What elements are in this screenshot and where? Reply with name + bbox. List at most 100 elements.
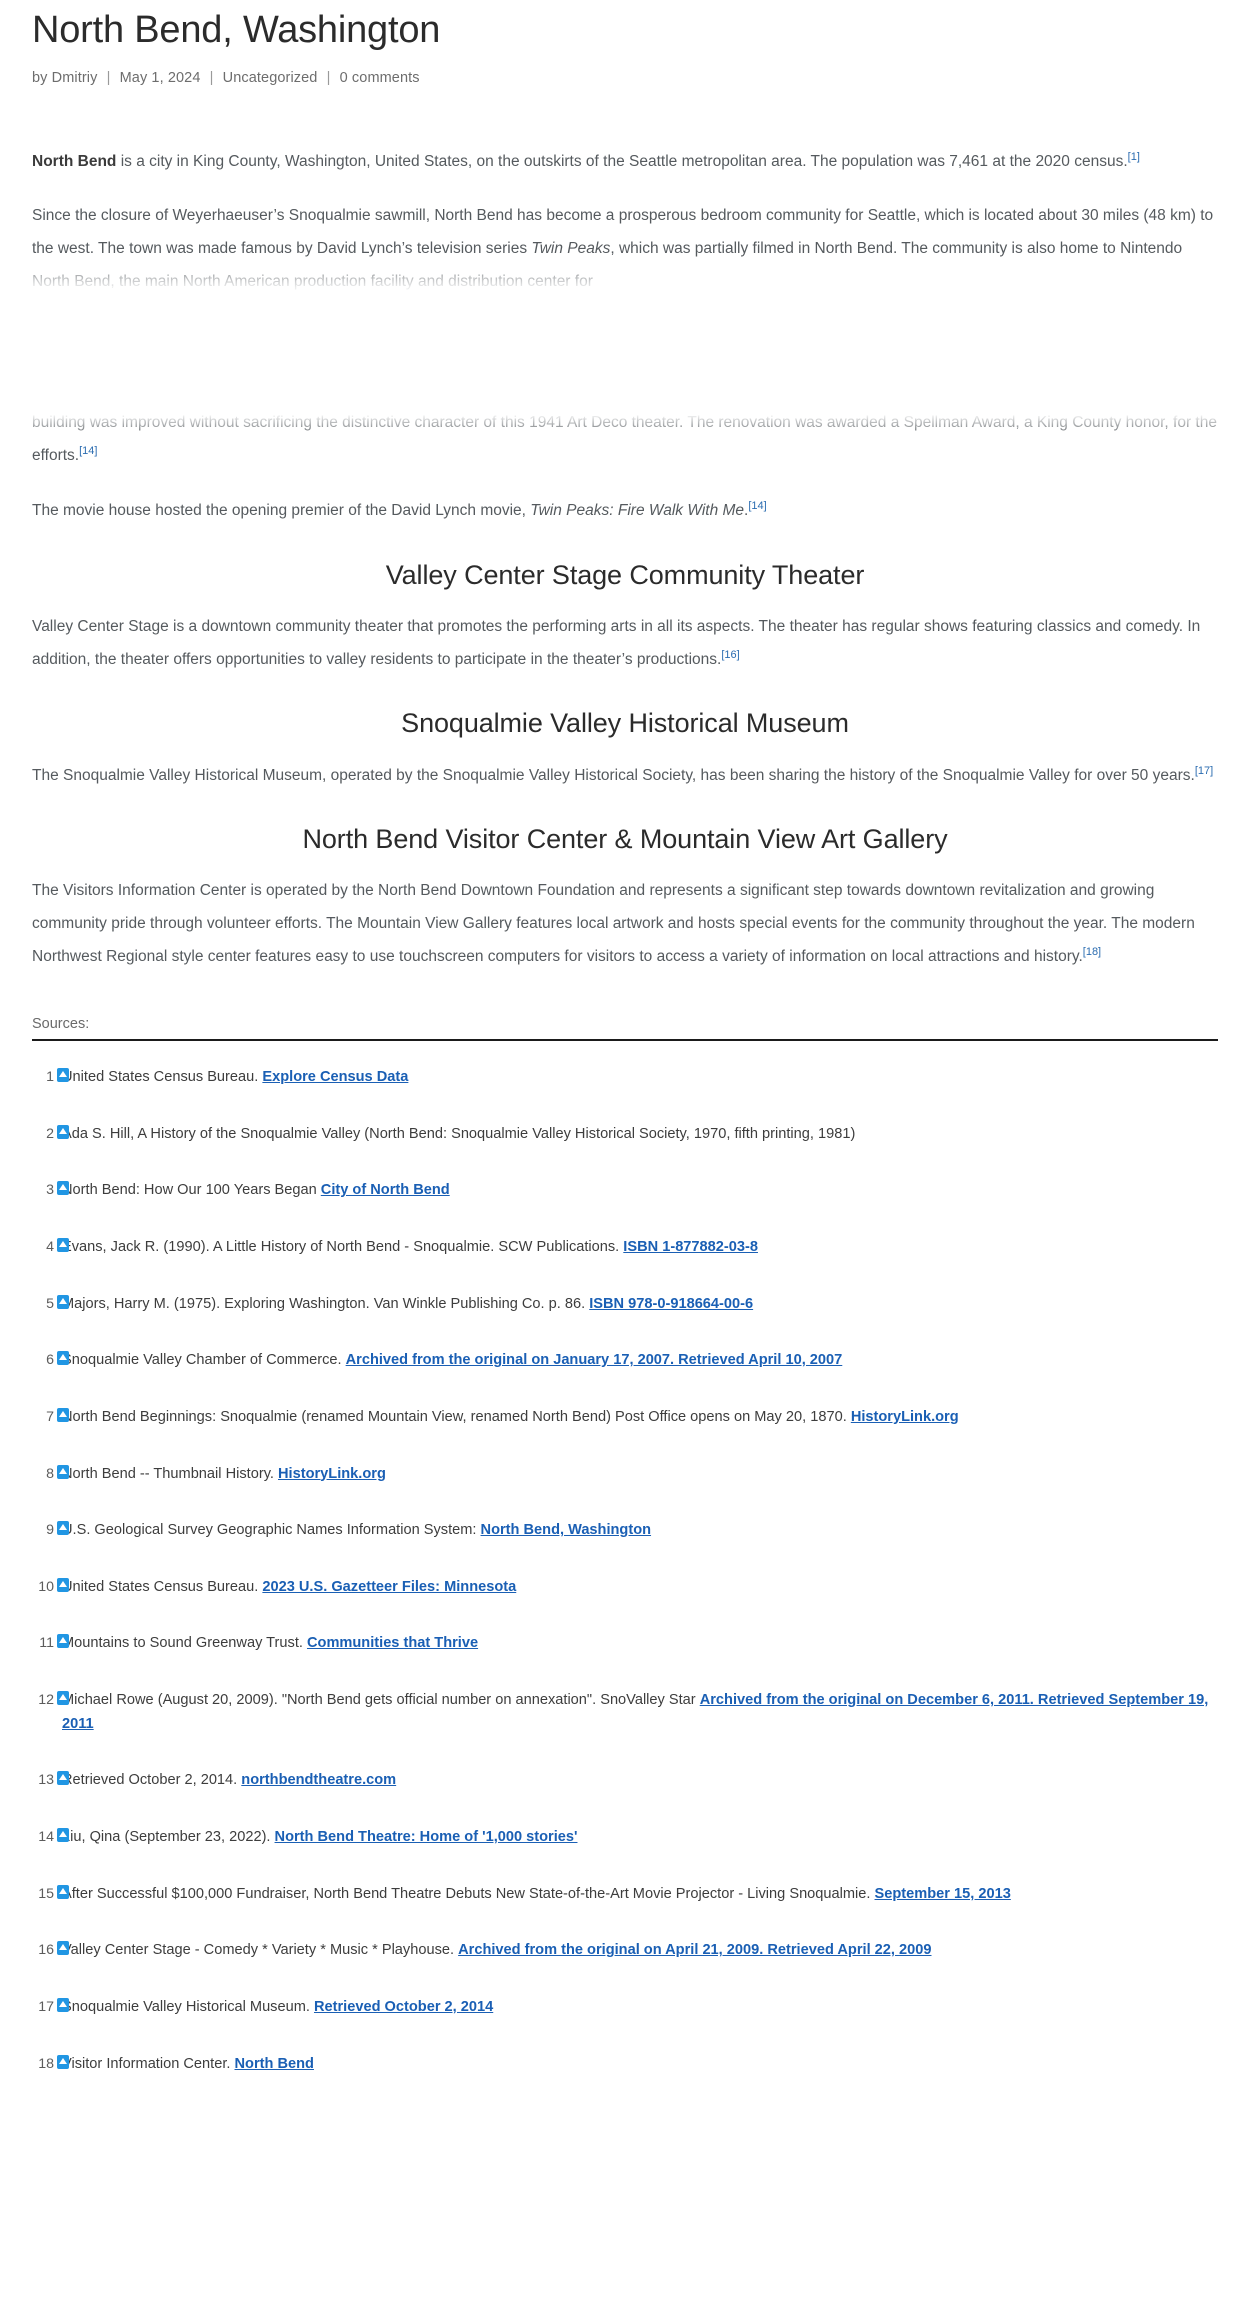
up-arrow-icon[interactable] [57,1691,69,1706]
source-text: Retrieved October 2, 2014. [62,1772,242,1789]
source-link[interactable]: ISBN 1-877882-03-8 [623,1239,758,1255]
up-arrow-icon[interactable] [57,1181,69,1196]
source-text: Snoqualmie Valley Chamber of Commerce. [62,1352,346,1369]
post-meta: by Dmitriy | May 1, 2024 | Uncategorized… [32,70,1218,86]
source-link[interactable]: City of North Bend [321,1182,450,1198]
article-page: North Bend, Washington by Dmitriy | May … [0,0,1250,2092]
source-item: 16 Valley Center Stage - Comedy * Variety… [32,1922,1218,1979]
citation-ref-18[interactable]: [18] [1083,946,1101,958]
paragraph-movie-premier-part-a: The movie house hosted the opening premi… [32,501,531,519]
post-date: May 1, 2024 [119,69,201,86]
source-link[interactable]: North Bend, Washington [481,1522,652,1538]
paragraph-history-truncated: Since the closure of Weyerhaeuser’s Snoq… [32,200,1218,299]
source-link[interactable]: Archived from the original on January 17… [346,1352,843,1368]
sources-label: Sources: [32,1016,90,1033]
source-item: 1 United States Census Bureau. Explore Ce… [32,1049,1218,1106]
article-content: North Bend is a city in King County, Was… [32,146,1218,974]
source-link[interactable]: ISBN 978-0-918664-00-6 [589,1296,753,1312]
source-text: United States Census Bureau. [62,1069,263,1086]
section-body-visitor-center-text: The Visitors Information Center is opera… [32,882,1195,966]
source-number: 15 [38,1885,54,1902]
source-number: 12 [38,1692,54,1709]
source-item: 17 Snoqualmie Valley Historical Museum. R… [32,1979,1218,2036]
source-text: Michael Rowe (August 20, 2009). "North B… [62,1692,700,1709]
source-text: Majors, Harry M. (1975). Exploring Washi… [62,1295,590,1312]
source-link[interactable]: 2023 U.S. Gazetteer Files: Minnesota [262,1579,516,1595]
up-arrow-icon[interactable] [57,1634,69,1649]
source-item: 13 Retrieved October 2, 2014. northbendth… [32,1752,1218,1809]
up-arrow-icon[interactable] [57,1068,69,1083]
source-link[interactable]: North Bend [235,2056,314,2072]
source-text: Liu, Qina (September 23, 2022). [62,1829,275,1846]
source-text: North Bend: How Our 100 Years Began [62,1182,321,1199]
source-link[interactable]: Archived from the original on April 21, … [458,1942,931,1958]
source-item: 12 Michael Rowe (August 20, 2009). "North… [32,1672,1218,1752]
source-item: 15 After Successful $100,000 Fundraiser, … [32,1866,1218,1923]
source-item: 11 Mountains to Sound Greenway Trust. Com… [32,1615,1218,1672]
up-arrow-icon[interactable] [57,1771,69,1786]
source-item: 4 Evans, Jack R. (1990). A Little History… [32,1219,1218,1276]
up-arrow-icon[interactable] [57,1464,69,1479]
source-link[interactable]: HistoryLink.org [851,1409,959,1425]
source-link[interactable]: northbendtheatre.com [241,1772,396,1788]
post-category[interactable]: Uncategorized [223,70,318,86]
up-arrow-icon[interactable] [57,1124,69,1139]
up-arrow-icon[interactable] [57,1941,69,1956]
up-arrow-icon[interactable] [57,1577,69,1592]
source-link[interactable]: Retrieved October 2, 2014 [314,1999,493,2015]
source-link[interactable]: North Bend Theatre: Home of '1,000 stori… [275,1829,578,1845]
section-body-valley-center-stage-text: Valley Center Stage is a downtown commun… [32,617,1201,668]
source-number: 6 [46,1352,54,1369]
source-text: Mountains to Sound Greenway Trust. [62,1635,307,1652]
up-arrow-icon[interactable] [57,1828,69,1843]
source-item: 9 U.S. Geological Survey Geographic Names… [32,1502,1218,1559]
up-arrow-icon[interactable] [57,1884,69,1899]
meta-separator-3: | [326,69,331,86]
citation-ref-17[interactable]: [17] [1195,764,1213,776]
up-arrow-icon[interactable] [57,1294,69,1309]
citation-ref-16[interactable]: [16] [721,648,739,660]
source-item: 14 Liu, Qina (September 23, 2022). North … [32,1809,1218,1866]
up-arrow-icon[interactable] [57,1997,69,2012]
paragraph-theater-renovation-text: building was improved without sacrificin… [32,414,1217,464]
up-arrow-icon[interactable] [57,1237,69,1252]
source-text: After Successful $100,000 Fundraiser, No… [62,1885,875,1902]
section-body-valley-center-stage: Valley Center Stage is a downtown commun… [32,611,1218,677]
citation-ref-1[interactable]: [1] [1128,150,1140,162]
source-number: 17 [38,1998,54,2015]
content-truncation-gap [32,321,1218,407]
source-text: Visitor Information Center. [62,2055,235,2072]
post-comments-count[interactable]: 0 comments [340,70,420,86]
source-item: 18 Visitor Information Center. North Bend [32,2036,1218,2093]
source-item: 6 Snoqualmie Valley Chamber of Commerce. … [32,1332,1218,1389]
source-number: 9 [46,1522,54,1539]
citation-ref-14b[interactable]: [14] [748,500,766,512]
section-body-visitor-center: The Visitors Information Center is opera… [32,875,1218,974]
source-number: 10 [38,1578,54,1595]
source-text: Valley Center Stage - Comedy * Variety *… [62,1942,459,1959]
source-item: 10 United States Census Bureau. 2023 U.S.… [32,1559,1218,1616]
source-link[interactable]: Explore Census Data [262,1069,408,1085]
source-item: 2 Ada S. Hill, A History of the Snoqualmi… [32,1106,1218,1163]
up-arrow-icon[interactable] [57,1521,69,1536]
meta-separator-2: | [209,69,214,86]
source-number: 3 [46,1182,54,1199]
section-heading-valley-center-stage: Valley Center Stage Community Theater [385,559,865,590]
sources-divider [32,1039,1218,1042]
source-item: 8 North Bend -- Thumbnail History. Histor… [32,1446,1218,1503]
paragraph-intro-text: is a city in King County, Washington, Un… [116,152,1128,170]
up-arrow-icon[interactable] [57,2054,69,2069]
section-body-historical-museum: The Snoqualmie Valley Historical Museum,… [32,760,1218,793]
source-text: United States Census Bureau. [62,1578,263,1595]
up-arrow-icon[interactable] [57,1407,69,1422]
source-text: Evans, Jack R. (1990). A Little History … [62,1238,624,1255]
sources-list: 1 United States Census Bureau. Explore Ce… [32,1049,1218,2092]
source-number: 18 [38,2055,54,2072]
source-link[interactable]: Communities that Thrive [307,1635,478,1651]
source-number: 2 [46,1125,54,1142]
citation-ref-14a[interactable]: [14] [79,445,97,457]
source-text: Snoqualmie Valley Historical Museum. [62,1998,314,2015]
source-link[interactable]: September 15, 2013 [875,1886,1011,1902]
source-link[interactable]: HistoryLink.org [278,1466,386,1482]
up-arrow-icon[interactable] [57,1351,69,1366]
